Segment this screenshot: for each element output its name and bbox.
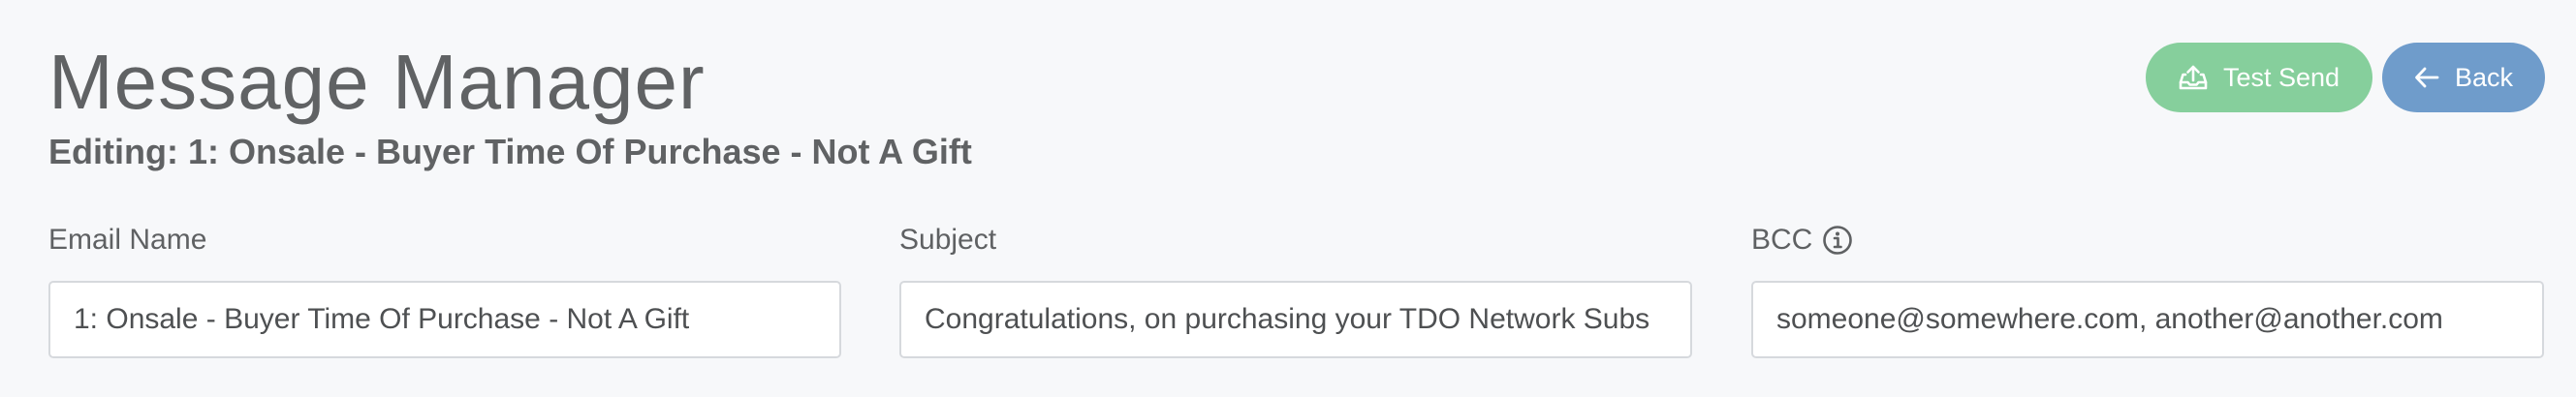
bcc-label-text: BCC <box>1751 224 1813 256</box>
header-actions: Test Send Back <box>2146 43 2545 112</box>
test-send-label: Test Send <box>2222 62 2340 92</box>
subject-input[interactable] <box>899 281 1692 358</box>
subject-field: Subject <box>899 221 1692 358</box>
subject-label-text: Subject <box>899 224 997 256</box>
email-name-label-text: Email Name <box>48 224 207 256</box>
bcc-input[interactable] <box>1751 281 2544 358</box>
back-button[interactable]: Back <box>2382 43 2545 112</box>
back-label: Back <box>2454 62 2514 92</box>
test-send-button[interactable]: Test Send <box>2146 43 2372 112</box>
info-icon[interactable] <box>1822 225 1853 256</box>
subject-label: Subject <box>899 221 1692 260</box>
tray-upload-icon <box>2179 64 2208 91</box>
email-name-field: Email Name <box>48 221 841 358</box>
email-name-label: Email Name <box>48 221 841 260</box>
email-name-input[interactable] <box>48 281 841 358</box>
page-title: Message Manager <box>48 39 706 125</box>
bcc-label: BCC <box>1751 221 2544 260</box>
bcc-field: BCC <box>1751 221 2544 358</box>
editing-subtitle: Editing: 1: Onsale - Buyer Time Of Purch… <box>48 132 972 171</box>
arrow-left-icon <box>2414 66 2439 89</box>
